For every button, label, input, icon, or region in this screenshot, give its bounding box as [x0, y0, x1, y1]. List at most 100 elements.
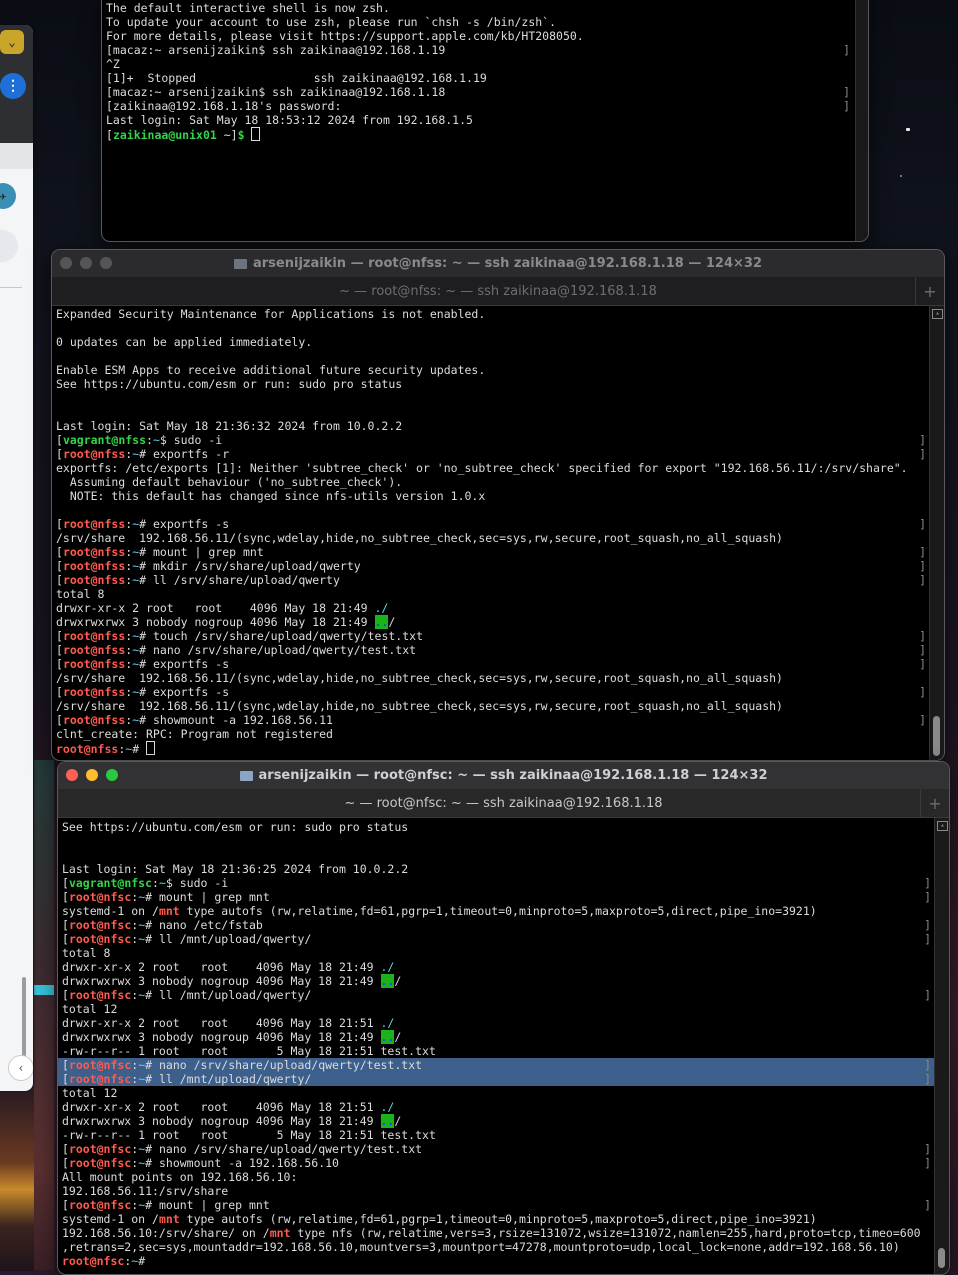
close-window-icon[interactable]: [66, 769, 78, 781]
text-cursor: [251, 127, 261, 141]
line-marker: ]: [924, 918, 931, 932]
folder-icon: [239, 770, 253, 781]
line-segment: [245, 128, 252, 141]
line-segment: [: [56, 643, 63, 657]
terminal-line: systemd-1 on /mnt type autofs (rw,relati…: [58, 904, 935, 918]
terminal-line: [macaz:~ arsenijzaikin$ ssh zaikinaa@192…: [102, 43, 854, 57]
minimize-window-icon[interactable]: [86, 769, 98, 781]
terminal-line: [root@nfss:~# exportfs -r]: [52, 447, 930, 461]
prompt-host: mnt: [158, 1212, 180, 1226]
line-text: exportfs: /etc/exports [1]: Neither 'sub…: [56, 461, 908, 475]
terminal-window-unix01[interactable]: The default interactive shell is now zsh…: [101, 0, 869, 242]
line-segment: ..: [380, 974, 395, 988]
line-segment: systemd-1 on /: [62, 1212, 159, 1226]
line-segment: [: [56, 447, 63, 461]
terminal-line: All mount points on 192.168.56.10:: [58, 1170, 935, 1184]
line-segment: /: [394, 1030, 402, 1044]
prompt-host: root@nfsc: [68, 1156, 132, 1170]
line-segment: ~: [152, 433, 160, 447]
new-tab-plus-icon[interactable]: +: [920, 789, 949, 817]
terminal-line: The default interactive shell is now zsh…: [102, 1, 854, 15]
line-segment: ./: [374, 601, 389, 615]
profile-avatar-icon[interactable]: ✈: [0, 183, 16, 209]
line-segment: [: [62, 890, 69, 904]
scroll-up-icon[interactable]: ▴: [932, 309, 943, 319]
line-segment: drwxr-xr-x 2 root root 4096 May 18 21:49: [62, 960, 381, 974]
terminal-line: [vagrant@nfsc:~$ sudo -i]: [58, 876, 935, 890]
line-marker: ]: [919, 657, 926, 671]
terminal-scrollbar[interactable]: ▴: [929, 306, 944, 760]
scrollbar-thumb[interactable]: [933, 716, 940, 756]
line-segment: ..: [380, 1114, 395, 1128]
line-segment: type autofs (rw,relatime,fd=61,pgrp=1,ti…: [179, 904, 817, 918]
line-segment: 192.168.56.10:/srv/share/ on /: [62, 1226, 270, 1240]
line-text: ^Z: [106, 57, 120, 71]
chevron-down-icon[interactable]: ⌄: [0, 30, 24, 54]
tab-title[interactable]: ~ — root@nfsc: ~ — ssh zaikinaa@192.168.…: [344, 796, 662, 811]
window-titlebar[interactable]: arsenijzaikin — root@nfsc: ~ — ssh zaiki…: [58, 762, 949, 789]
terminal-line: clnt_create: RPC: Program not registered: [52, 727, 930, 741]
terminal-line: See https://ubuntu.com/esm or run: sudo …: [52, 377, 930, 391]
terminal-line: NOTE: this default has changed since nfs…: [52, 489, 930, 503]
line-marker: ]: [919, 517, 926, 531]
minimize-window-icon[interactable]: [80, 257, 92, 269]
terminal-output[interactable]: Expanded Security Maintenance for Applic…: [52, 307, 930, 760]
line-segment: $ sudo -i: [165, 876, 229, 890]
window-titlebar[interactable]: arsenijzaikin — root@nfss: ~ — ssh zaiki…: [52, 250, 944, 277]
terminal-line: 0 updates can be applied immediately.: [52, 335, 930, 349]
terminal-line: [root@nfss:~# nano /srv/share/upload/qwe…: [52, 643, 930, 657]
scrollbar-thumb[interactable]: [938, 1248, 945, 1268]
terminal-line: [root@nfss:~# touch /srv/share/upload/qw…: [52, 629, 930, 643]
prompt-host: root@nfss: [56, 742, 119, 755]
line-marker: ]: [919, 545, 926, 559]
line-marker: ]: [843, 99, 850, 113]
new-tab-button[interactable]: [0, 230, 18, 262]
prompt-host: vagrant@nfss: [62, 433, 147, 447]
line-segment: [: [56, 559, 63, 573]
line-segment: # exportfs -s: [139, 657, 230, 671]
terminal-line: [root@nfsc:~# ll /mnt/upload/qwerty/]: [58, 988, 935, 1002]
new-tab-plus-icon[interactable]: +: [915, 277, 944, 305]
more-vertical-icon[interactable]: ⋮: [0, 73, 26, 99]
prompt-host: root@nfss: [62, 517, 126, 531]
line-marker: ]: [924, 876, 931, 890]
terminal-line: 192.168.56.10:/srv/share/ on /mnt type n…: [58, 1226, 935, 1240]
terminal-window-nfsc[interactable]: arsenijzaikin — root@nfsc: ~ — ssh zaiki…: [57, 761, 950, 1275]
sidebar-scrollbar[interactable]: [22, 977, 26, 1067]
scroll-up-icon[interactable]: ▴: [937, 821, 948, 831]
line-text: See https://ubuntu.com/esm or run: sudo …: [62, 820, 409, 834]
line-marker: ]: [924, 988, 931, 1002]
line-segment: # ll /mnt/upload/qwerty/: [145, 932, 312, 946]
terminal-scrollbar[interactable]: ▴: [934, 818, 949, 1274]
terminal-scrollbar[interactable]: [855, 0, 868, 241]
prompt-host: root@nfsc: [68, 1198, 132, 1212]
line-segment: [: [62, 1156, 69, 1170]
prompt-host: root@nfsc: [68, 988, 132, 1002]
prompt-host: root@nfsc: [62, 1254, 125, 1268]
terminal-line: drwxrwxrwx 3 nobody nogroup 4096 May 18 …: [52, 615, 930, 629]
line-marker: ]: [843, 43, 850, 57]
line-text: Assuming default behaviour ('no_subtree_…: [56, 475, 403, 489]
terminal-line: [macaz:~ arsenijzaikin$ ssh zaikinaa@192…: [102, 85, 854, 99]
terminal-window-nfss[interactable]: arsenijzaikin — root@nfss: ~ — ssh zaiki…: [51, 249, 945, 761]
terminal-line: [root@nfsc:~# ll /mnt/upload/qwerty/]: [58, 1072, 935, 1086]
line-text: Expanded Security Maintenance for Applic…: [56, 307, 486, 321]
line-segment: type nfs (rw,relatime,vers=3,rsize=13107…: [290, 1226, 921, 1240]
line-segment: [: [56, 685, 63, 699]
terminal-line: 192.168.56.11:/srv/share: [58, 1184, 935, 1198]
terminal-output[interactable]: The default interactive shell is now zsh…: [102, 1, 854, 241]
tab-bar: ~ — root@nfsc: ~ — ssh zaikinaa@192.168.…: [58, 789, 949, 818]
prompt-host: vagrant@nfsc: [68, 876, 153, 890]
tab-title[interactable]: ~ — root@nfss: ~ — ssh zaikinaa@192.168.…: [339, 284, 657, 299]
close-window-icon[interactable]: [60, 257, 72, 269]
zoom-window-icon[interactable]: [100, 257, 112, 269]
line-marker: ]: [924, 1198, 931, 1212]
chevron-left-icon[interactable]: ‹: [8, 1055, 33, 1081]
prompt-host: root@nfsc: [68, 1142, 132, 1156]
zoom-window-icon[interactable]: [106, 769, 118, 781]
line-segment: drwxrwxrwx 3 nobody nogroup 4096 May 18 …: [62, 1114, 381, 1128]
terminal-output[interactable]: See https://ubuntu.com/esm or run: sudo …: [58, 820, 935, 1274]
